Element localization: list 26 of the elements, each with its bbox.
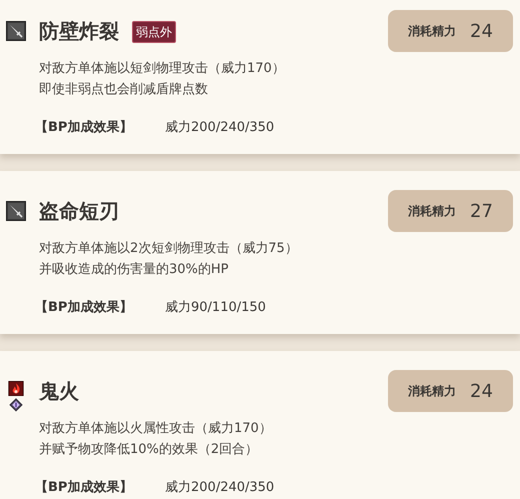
description-line: 并赋予物攻降低10%的效果（2回合） [39,441,260,459]
bp-label: 【BP加成效果】 [35,299,134,316]
description-line: 对敌方单体施以火属性攻击（威力170） [39,420,273,438]
bp-value: 威力90/110/150 [165,299,266,316]
skill-name: 盗命短刃 [39,199,119,223]
flame-icon [6,381,26,396]
description-line: 并吸收造成的伤害量的30%的HP [39,261,230,279]
cost-value: 24 [470,380,493,402]
bp-label: 【BP加成效果】 [35,479,134,496]
cost-value: 24 [470,20,493,42]
bp-value: 威力200/240/350 [165,119,274,136]
description-line: 对敌方单体施以短剑物理攻击（威力170） [39,60,286,78]
weakness-tag: 弱点外 [132,20,176,42]
description-line: 即使非弱点也会削减盾牌点数 [39,81,209,99]
sword-icon [6,201,26,221]
description-line: 对敌方单体施以2次短剑物理攻击（威力75） [39,240,299,258]
cost-label: 消耗精力 [408,382,456,400]
cost-label: 消耗精力 [408,202,456,220]
diamond-icon [7,398,25,412]
bp-label: 【BP加成效果】 [35,119,134,136]
sword-icon [6,21,26,41]
bp-value: 威力200/240/350 [165,479,274,496]
cost-label: 消耗精力 [408,22,456,40]
cost-value: 27 [470,200,493,222]
skill-name: 防壁炸裂 [39,19,119,43]
skill-name: 鬼火 [39,379,79,403]
